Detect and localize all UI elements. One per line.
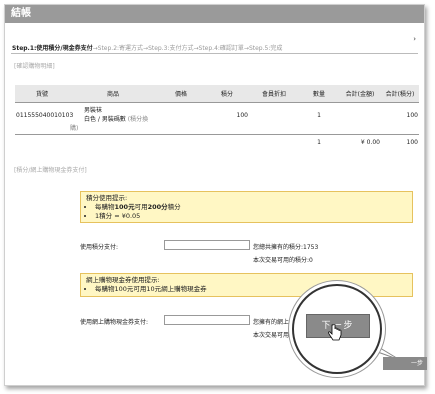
col-header-total-amount: 合計(金額) [339,85,381,103]
col-header-product: 商品 [69,85,157,103]
voucher-usable: 本次交易可用 [253,332,290,339]
voucher-field-label: 使用網上購物現金券支付: [80,319,149,326]
voucher-input[interactable] [164,315,250,325]
points-notice-title: 積分使用提示: [86,194,128,202]
cell-qty: 1 [317,112,321,119]
col-header-total-points: 合計(積分) [381,85,419,103]
cell-total-points: 100 [406,112,418,119]
total-qty: 1 [299,134,339,149]
order-table: 貨號 商品 價格 積分 會員折扣 數量 合計(金額) 合計(積分) 011555… [15,85,419,149]
chevron-right-icon: › [413,35,416,43]
cell-discount [249,103,299,135]
hand-cursor-icon [328,324,342,341]
voucher-owned: 您擁有的網上購 [253,319,296,326]
step-5: →Step.5:完成 [243,45,283,52]
divider [11,53,418,54]
step-1: Step.1:使用積分/現金券支付 [12,45,93,52]
col-header-sku: 貨號 [15,85,69,103]
points-owned: 您總共擁有的積分:1753 [253,244,319,251]
points-notice-rate: 1積分 = ¥0.05 [95,212,407,221]
window-title: 結帳 [5,5,424,23]
points-field-label: 使用積分支付: [80,244,119,251]
zoom-magnifier: 下一步 [292,284,382,374]
cell-sku: 011555040010103 [16,112,74,119]
step-3: →Step.3:支付方式 [143,45,194,52]
order-detail-heading: [確認購物明細] [14,63,55,70]
col-header-price: 價格 [157,85,205,103]
product-name[interactable]: 男裝袜 [70,105,156,114]
cell-price [157,103,205,135]
cell-points: 100 [236,112,248,119]
total-points: 100 [381,134,419,149]
points-usable: 本次交易可用的積分:0 [253,257,313,264]
cell-total-amount [339,103,381,135]
payment-heading: [積分/網上購物現金券支付] [14,167,87,174]
col-header-discount: 會員折扣 [249,85,299,103]
col-header-qty: 數量 [299,85,339,103]
points-input[interactable] [164,240,250,250]
points-notice: 積分使用提示: 每購物100元可用200分積分 1積分 = ¥0.05 [80,191,413,223]
cell-product: 男裝袜 白色 / 男裝碼數 (積分換購) [69,103,157,135]
step-indicator: Step.1:使用積分/現金券支付→Step.2:寄運方式→Step.3:支付方… [12,43,412,52]
step-2: →Step.2:寄運方式 [92,45,144,52]
next-step-button[interactable]: 一步 [383,357,427,370]
points-notice-rule: 每購物100元可用200分積分 [95,203,407,212]
total-amount: ¥ 0.00 [339,134,381,149]
table-header-row: 貨號 商品 價格 積分 會員折扣 數量 合計(金額) 合計(積分) [15,85,419,103]
table-total-row: 1 ¥ 0.00 100 [15,134,419,149]
table-row: 011555040010103 男裝袜 白色 / 男裝碼數 (積分換購) 100… [15,103,419,135]
product-variant: 白色 / 男裝碼數 [84,116,126,123]
step-4: →Step.4:確認訂單 [193,45,244,52]
voucher-notice-title: 網上購物現金券使用提示: [86,276,160,284]
col-header-points: 積分 [205,85,249,103]
